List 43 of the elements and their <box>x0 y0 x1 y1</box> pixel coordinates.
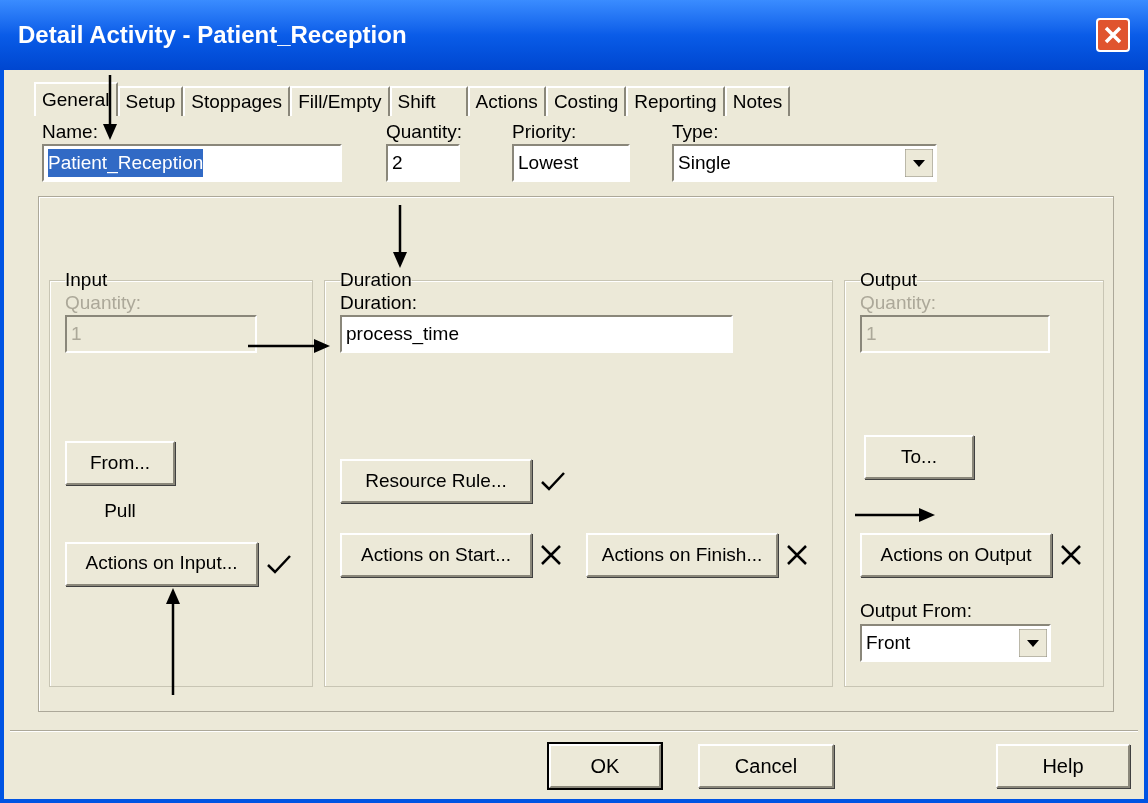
dropdown-arrow-icon[interactable] <box>1019 629 1047 657</box>
tab[interactable]: Fill/Empty <box>290 86 390 116</box>
dialog-button[interactable]: Actions on Start... <box>340 533 532 577</box>
duration-field[interactable]: process_time <box>340 315 733 353</box>
field-label: Output From: <box>860 600 972 621</box>
close-button[interactable] <box>1096 18 1130 52</box>
tab[interactable]: Stoppages <box>183 86 291 116</box>
group-title: Output <box>860 269 918 291</box>
annotation-arrow <box>393 205 407 268</box>
output-from-dropdown[interactable]: Front <box>860 624 1051 662</box>
field-label: Name: <box>42 120 99 144</box>
tab[interactable]: Shift <box>389 86 468 116</box>
type-dropdown[interactable]: Single <box>672 144 937 182</box>
dialog-button[interactable]: Actions on Input... <box>65 541 258 586</box>
dialog-button[interactable]: OK <box>549 744 661 788</box>
input-mode-text: Pull <box>103 499 137 523</box>
dialog-button[interactable]: Resource Rule... <box>340 459 532 503</box>
tab[interactable]: Reporting <box>626 86 725 116</box>
tab[interactable]: Costing <box>545 86 627 116</box>
tab[interactable]: General <box>34 82 118 116</box>
window-title: Detail Activity - Patient_Reception <box>18 20 407 50</box>
field-label: Priority: <box>512 120 578 144</box>
dialog-button[interactable]: To... <box>864 435 974 479</box>
dialog-button[interactable]: Help <box>996 744 1130 788</box>
tab[interactable]: Notes <box>724 86 791 116</box>
name-field[interactable]: Patient_Reception <box>42 144 342 182</box>
field-label: Duration: <box>340 291 419 315</box>
field-label: Quantity: <box>860 291 938 315</box>
dialog-button[interactable]: Actions on Output <box>860 533 1052 577</box>
field-label: Quantity: <box>386 120 464 144</box>
tab[interactable]: Setup <box>117 86 184 116</box>
dialog-button[interactable]: Actions on Finish... <box>586 533 778 577</box>
close-icon <box>1104 26 1122 44</box>
field-label: Type: <box>672 120 720 144</box>
group-title: Duration <box>340 269 412 291</box>
group-title: Input <box>65 269 108 291</box>
quantity-field[interactable]: 2 <box>386 144 460 182</box>
field-label: Quantity: <box>65 291 143 315</box>
dialog-button[interactable]: From... <box>65 441 175 485</box>
dialog-button[interactable]: Cancel <box>698 744 834 788</box>
priority-field[interactable]: Lowest <box>512 144 630 182</box>
tab[interactable]: Actions <box>467 86 546 116</box>
dropdown-arrow-icon[interactable] <box>905 149 933 177</box>
